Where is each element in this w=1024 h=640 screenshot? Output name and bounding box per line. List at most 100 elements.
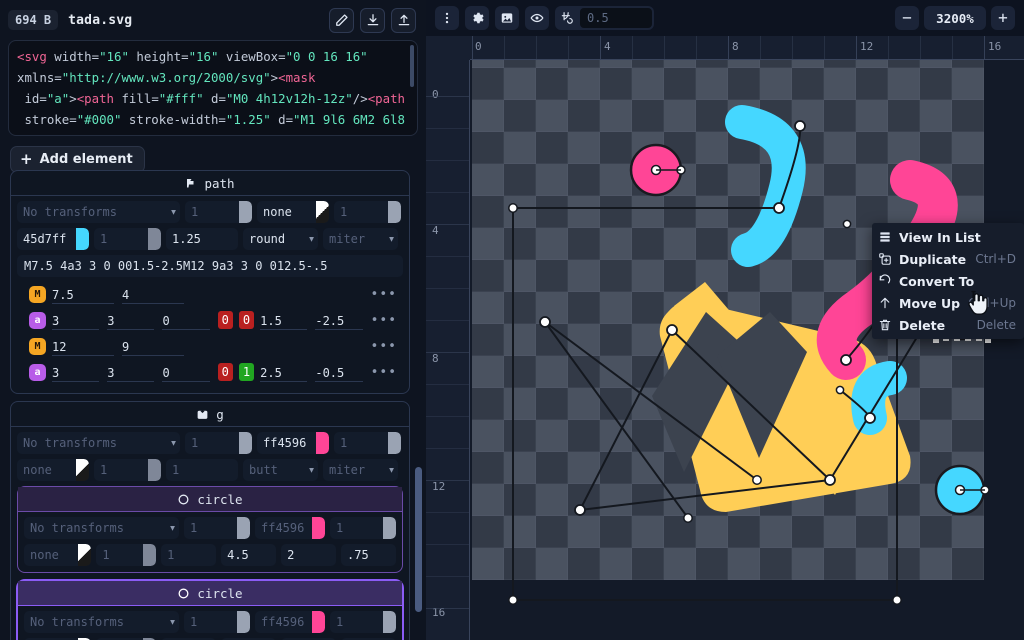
segment-command-badge[interactable]: a [29, 364, 46, 381]
segment-arg[interactable]: 9 [122, 337, 184, 356]
vertical-ruler[interactable]: 0 4 8 12 16 [426, 36, 470, 640]
path-stroke-opacity-field[interactable]: 1 [94, 228, 161, 250]
menu-convert-to[interactable]: Convert To [872, 270, 1024, 292]
circle1-opacity-field[interactable]: 1 [184, 517, 250, 539]
menu-view-in-list[interactable]: View In List [872, 226, 1024, 248]
g-stroke-width-field[interactable]: 1 [166, 459, 238, 481]
fill-swatch-pink [312, 611, 325, 633]
menu-move-up[interactable]: Move Up Ctrl+Up [872, 292, 1024, 314]
path-segment-row[interactable]: a 3 3 0 0 1 2.5 -0.5 ••• [17, 361, 403, 383]
circle1-stroke-opacity-field[interactable]: 1 [96, 544, 156, 566]
svg-canvas[interactable] [470, 60, 1024, 640]
segment-arg[interactable]: 12 [52, 337, 114, 356]
element-card-circle-2-header[interactable]: circle [18, 581, 402, 606]
element-card-path-header[interactable]: path [11, 171, 409, 196]
segment-command-badge[interactable]: a [29, 312, 46, 329]
circle1-fill-opacity-field[interactable]: 1 [330, 517, 396, 539]
zoom-out-button[interactable]: − [895, 6, 919, 30]
circle2-fill-opacity-field[interactable]: 1 [330, 611, 396, 633]
edit-file-button[interactable] [329, 8, 354, 33]
segment-more-icon[interactable]: ••• [371, 365, 397, 380]
ruler-corner [426, 36, 470, 60]
g-stroke-opacity-field[interactable]: 1 [94, 459, 161, 481]
circle1-cy-field[interactable]: 2 [281, 544, 336, 566]
menu-delete[interactable]: Delete Delete [872, 314, 1024, 336]
path-segment-row[interactable]: M 7.5 4 ••• [17, 283, 403, 305]
segment-arg[interactable]: 3 [107, 311, 154, 330]
path-segment-row[interactable]: a 3 3 0 0 0 1.5 -2.5 ••• [17, 309, 403, 331]
segment-arg[interactable]: 4 [122, 285, 184, 304]
segment-arg[interactable]: 0 [162, 363, 209, 382]
segment-flag[interactable]: 0 [239, 311, 254, 329]
element-card-circle-1[interactable]: circle No transforms ▼ 1 [17, 486, 403, 573]
panel-scrollbar[interactable] [415, 182, 422, 637]
code-scrollbar[interactable] [410, 45, 414, 87]
segment-more-icon[interactable]: ••• [371, 313, 397, 328]
element-card-g[interactable]: g No transforms ▼ 1 ff4596 [10, 401, 410, 640]
segment-arg[interactable]: 3 [52, 311, 99, 330]
segment-arg[interactable]: 0 [162, 311, 209, 330]
segment-arg[interactable]: 3 [52, 363, 99, 382]
element-card-circle-2[interactable]: circle No transforms ▼ 1 [17, 580, 403, 640]
snap-control[interactable]: 0.5 [555, 6, 654, 30]
settings-button[interactable] [465, 6, 489, 30]
segment-arg[interactable]: -2.5 [315, 311, 362, 330]
path-fill-opacity-field[interactable]: 1 [334, 201, 401, 223]
path-transform-select[interactable]: No transforms ▼ [17, 201, 180, 223]
g-opacity-field[interactable]: 1 [185, 432, 252, 454]
path-linejoin-select[interactable]: miter ▼ [323, 228, 398, 250]
segment-arg[interactable]: 7.5 [52, 285, 114, 304]
segment-arg[interactable]: 3 [107, 363, 154, 382]
g-stroke-field[interactable]: none [17, 459, 89, 481]
snap-input[interactable]: 0.5 [580, 8, 652, 28]
segment-arg[interactable]: -0.5 [315, 363, 362, 382]
g-transform-select[interactable]: No transforms ▼ [17, 432, 180, 454]
visibility-button[interactable] [525, 6, 549, 30]
segment-arg[interactable]: 1.5 [260, 311, 307, 330]
segment-more-icon[interactable]: ••• [371, 339, 397, 354]
path-fill-field[interactable]: none [257, 201, 329, 223]
segment-flag[interactable]: 1 [239, 363, 254, 381]
zoom-level-label[interactable]: 3200% [924, 6, 986, 30]
path-d-field[interactable]: M7.5 4a3 3 0 001.5-2.5M12 9a3 3 0 012.5-… [17, 255, 403, 277]
segment-arg[interactable]: 2.5 [260, 363, 307, 382]
segment-command-badge[interactable]: M [29, 286, 46, 303]
add-element-button[interactable]: + Add element [10, 146, 145, 173]
panel-scrollbar-thumb[interactable] [415, 467, 422, 612]
circle2-fill-field[interactable]: ff4596 [255, 611, 325, 633]
segment-command-badge[interactable]: M [29, 338, 46, 355]
path-stroke-field[interactable]: 45d7ff [17, 228, 89, 250]
path-opacity-field[interactable]: 1 [185, 201, 252, 223]
path-linecap-select[interactable]: round ▼ [243, 228, 318, 250]
circle1-transform-select[interactable]: No transforms ▼ [24, 517, 179, 539]
circle2-opacity-field[interactable]: 1 [184, 611, 250, 633]
upload-file-button[interactable] [391, 8, 416, 33]
download-file-button[interactable] [360, 8, 385, 33]
horizontal-ruler[interactable]: 0 4 8 12 16 [426, 36, 1024, 60]
element-card-g-header[interactable]: g [11, 402, 409, 427]
g-fill-opacity-field[interactable]: 1 [334, 432, 401, 454]
zoom-in-button[interactable]: + [991, 6, 1015, 30]
g-fill-field[interactable]: ff4596 [257, 432, 329, 454]
segment-flag[interactable]: 0 [218, 363, 233, 381]
chevron-down-icon: ▼ [389, 235, 394, 244]
path-stroke-width-field[interactable]: 1.25 [166, 228, 238, 250]
image-button[interactable] [495, 6, 519, 30]
segment-flag[interactable]: 0 [218, 311, 233, 329]
more-options-button[interactable] [435, 6, 459, 30]
circle1-r-field[interactable]: .75 [341, 544, 396, 566]
g-linejoin-select[interactable]: miter ▼ [323, 459, 398, 481]
circle1-stroke-field[interactable]: none [24, 544, 91, 566]
segment-more-icon[interactable]: ••• [371, 287, 397, 302]
circle2-transform-select[interactable]: No transforms ▼ [24, 611, 179, 633]
path-segment-row[interactable]: M 12 9 ••• [17, 335, 403, 357]
circle1-stroke-width-field[interactable]: 1 [161, 544, 216, 566]
g-linecap-select[interactable]: butt ▼ [243, 459, 318, 481]
menu-duplicate[interactable]: Duplicate Ctrl+D [872, 248, 1024, 270]
circle1-cx-field[interactable]: 4.5 [221, 544, 276, 566]
element-card-path[interactable]: path No transforms ▼ 1 none [10, 170, 410, 394]
circle1-fill-field[interactable]: ff4596 [255, 517, 325, 539]
element-card-circle-1-header[interactable]: circle [18, 487, 402, 512]
g-stroke-width-value: 1 [172, 463, 179, 477]
svg-source-editor[interactable]: <svg width="16" height="16" viewBox="0 0… [8, 40, 418, 136]
